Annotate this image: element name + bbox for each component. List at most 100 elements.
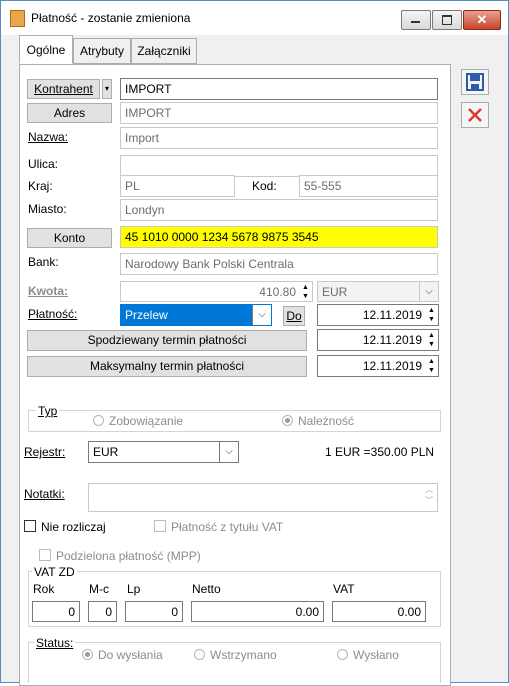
vat-zd-header-netto: Netto	[192, 582, 221, 596]
kod-label: Kod:	[252, 179, 277, 193]
delete-icon	[468, 108, 482, 122]
title-bar: Płatność - zostanie zmieniona ✕	[1, 1, 508, 35]
do-label: Do	[286, 309, 302, 323]
platnosc-date-value: 12.11.2019	[362, 308, 422, 322]
kwota-label: Kwota:	[28, 284, 68, 298]
typ-option-naleznosc: Należność	[298, 414, 355, 428]
platnosc-vat-label: Płatność z tytułu VAT	[171, 520, 284, 534]
delete-button[interactable]	[461, 102, 489, 128]
maksymalny-date-spinner[interactable]: ▲ ▼	[426, 357, 437, 375]
minimize-icon	[411, 21, 420, 23]
kod-field[interactable]: 55-555	[299, 175, 438, 197]
miasto-field[interactable]: Londyn	[120, 199, 438, 221]
kontrahent-button[interactable]: Kontrahent	[27, 79, 100, 99]
nie-rozliczaj-checkbox[interactable]	[24, 520, 36, 532]
maximize-icon	[442, 15, 452, 25]
vat-zd-mc-field[interactable]: 0	[88, 601, 117, 622]
app-icon	[10, 10, 25, 27]
platnosc-vat-checkbox[interactable]	[154, 520, 166, 532]
maksymalny-date-value: 12.11.2019	[362, 359, 422, 373]
spin-up-icon: ▲	[428, 358, 435, 365]
vat-zd-header-lp: Lp	[127, 582, 141, 596]
konto-button[interactable]: Konto	[27, 228, 112, 248]
kwota-spinner[interactable]: ▲ ▼	[300, 283, 311, 300]
kwota-field[interactable]: 410.80 ▲ ▼	[120, 281, 313, 302]
vat-zd-lp-field[interactable]: 0	[125, 601, 183, 622]
spodziewany-date-field[interactable]: 12.11.2019 ▲ ▼	[317, 329, 439, 351]
vat-zd-header-rok: Rok	[33, 582, 55, 596]
adres-field[interactable]: IMPORT	[120, 102, 438, 124]
notatki-scrollbar[interactable]: ︿ ﹀	[421, 484, 437, 511]
status-radio-wyslano[interactable]	[337, 649, 348, 660]
maksymalny-termin-button[interactable]: Maksymalny termin płatności	[27, 356, 307, 377]
kraj-field[interactable]: PL	[120, 175, 235, 197]
platnosc-label: Płatność:	[28, 307, 78, 321]
chevron-down-icon: ⌵	[252, 305, 271, 325]
kontrahent-label: Kontrahent	[34, 82, 93, 96]
vat-zd-netto-field[interactable]: 0.00	[191, 601, 324, 622]
platnosc-date-spinner[interactable]: ▲ ▼	[426, 306, 437, 324]
tab-atrybuty[interactable]: Atrybuty	[73, 38, 131, 64]
platnosc-value: Przelew	[125, 308, 168, 322]
status-option-wstrzymano: Wstrzymano	[210, 648, 277, 662]
spin-up-icon: ▲	[428, 307, 435, 314]
spin-down-icon: ▼	[428, 341, 435, 348]
vat-zd-rok-field[interactable]: 0	[32, 601, 80, 622]
kontrahent-dropdown-button[interactable]: ▾	[102, 79, 112, 99]
kwota-value: 410.80	[259, 285, 296, 299]
spin-down-icon: ▼	[428, 316, 435, 323]
ulica-field[interactable]	[120, 155, 438, 177]
typ-option-zobowiazanie: Zobowiązanie	[109, 414, 184, 428]
chevron-down-icon: ⌵	[219, 442, 238, 462]
podzielona-checkbox[interactable]	[39, 549, 51, 561]
ulica-label: Ulica:	[28, 157, 59, 171]
window-title: Płatność - zostanie zmieniona	[31, 11, 191, 25]
close-icon: ✕	[476, 12, 488, 27]
tab-ogolne[interactable]: Ogólne	[19, 35, 73, 64]
notatki-label: Notatki:	[24, 487, 65, 501]
rejestr-value: EUR	[93, 445, 119, 459]
spodziewany-date-spinner[interactable]: ▲ ▼	[426, 331, 437, 349]
chevron-down-icon: ▾	[104, 84, 109, 93]
spin-down-icon: ▼	[428, 367, 435, 374]
typ-radio-zobowiazanie[interactable]	[93, 415, 104, 426]
spin-up-icon: ▲	[302, 284, 309, 291]
chevron-down-icon: ⌵	[419, 282, 438, 301]
rejestr-select[interactable]: EUR ⌵	[88, 441, 239, 463]
save-icon	[466, 73, 484, 91]
konto-field[interactable]: 45 1010 0000 1234 5678 9875 3545	[120, 226, 438, 248]
do-button[interactable]: Do	[283, 306, 305, 326]
platnosc-select[interactable]: Przelew ⌵	[120, 304, 272, 326]
typ-group	[28, 410, 441, 432]
currency-value: EUR	[322, 285, 348, 299]
maximize-button[interactable]	[432, 10, 462, 30]
nazwa-field[interactable]: Import	[120, 127, 438, 149]
platnosc-date-field[interactable]: 12.11.2019 ▲ ▼	[317, 304, 439, 326]
vat-zd-header-mc: M-c	[89, 582, 109, 596]
podzielona-label: Podzielona płatność (MPP)	[56, 549, 201, 563]
status-radio-do-wyslania[interactable]	[82, 649, 93, 660]
status-radio-wstrzymano[interactable]	[194, 649, 205, 660]
bank-label: Bank:	[28, 255, 59, 269]
miasto-label: Miasto:	[28, 202, 67, 216]
kraj-label: Kraj:	[28, 179, 53, 193]
exchange-rate: 1 EUR =350.00 PLN	[325, 445, 435, 459]
typ-radio-naleznosc[interactable]	[282, 415, 293, 426]
kontrahent-field[interactable]: IMPORT	[120, 78, 438, 100]
adres-button[interactable]: Adres	[27, 103, 112, 123]
status-option-do-wyslania: Do wysłania	[98, 648, 163, 662]
status-label: Status:	[34, 636, 76, 650]
close-button[interactable]: ✕	[463, 10, 501, 30]
bank-field[interactable]: Narodowy Bank Polski Centrala	[120, 253, 438, 275]
spodziewany-termin-button[interactable]: Spodziewany termin płatności	[27, 330, 307, 351]
spodziewany-date-value: 12.11.2019	[362, 333, 422, 347]
window: Płatność - zostanie zmieniona ✕ Ogólne A…	[0, 0, 509, 686]
rejestr-label: Rejestr:	[24, 445, 66, 459]
maksymalny-date-field[interactable]: 12.11.2019 ▲ ▼	[317, 355, 439, 377]
vat-zd-vat-field[interactable]: 0.00	[332, 601, 426, 622]
save-button[interactable]	[461, 69, 489, 95]
notatki-field[interactable]	[88, 483, 438, 512]
spin-up-icon: ▲	[428, 332, 435, 339]
minimize-button[interactable]	[401, 10, 431, 30]
tab-zalaczniki[interactable]: Załączniki	[131, 38, 197, 64]
